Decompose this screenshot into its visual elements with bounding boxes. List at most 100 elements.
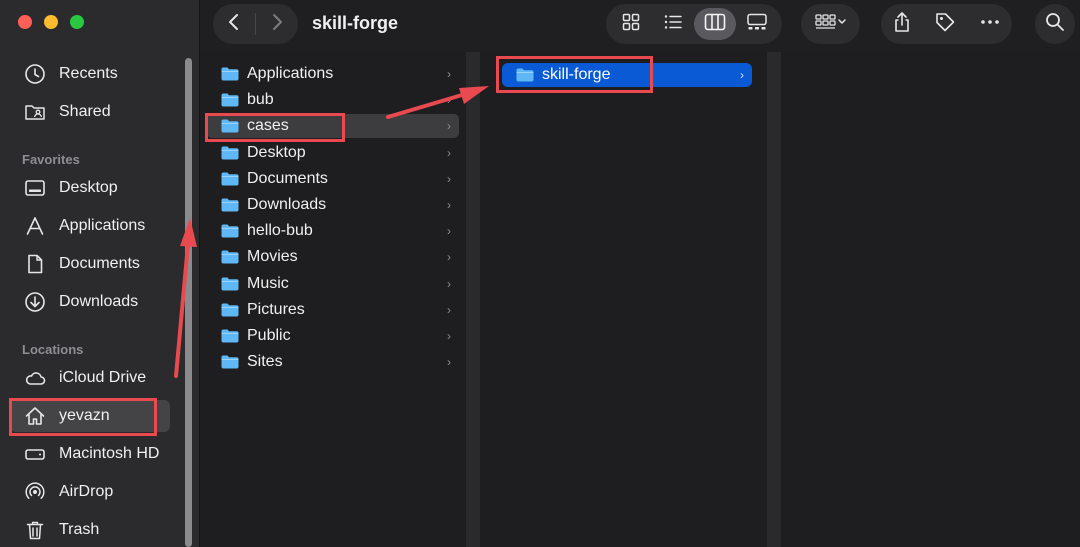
cloud-icon: [24, 367, 46, 389]
grid-icon: [621, 12, 641, 37]
list-icon: [663, 12, 683, 37]
column-item-applications[interactable]: Applications ›: [207, 62, 459, 86]
sidebar-scrollbar[interactable]: [185, 58, 192, 547]
document-icon: [24, 253, 46, 275]
chevron-right-icon: ›: [447, 67, 451, 81]
sidebar-item-trash[interactable]: Trash: [10, 514, 170, 546]
gallery-icon: [746, 12, 768, 37]
locations-heading: Locations: [22, 342, 84, 357]
folder-icon: [221, 250, 239, 264]
clock-icon: [24, 63, 46, 85]
sidebar-item-downloads[interactable]: Downloads: [10, 286, 170, 318]
column-item-sites[interactable]: Sites ›: [207, 350, 459, 374]
column-item-bub[interactable]: bub ›: [207, 88, 459, 112]
tag-icon[interactable]: [934, 11, 956, 38]
list-view-button[interactable]: [652, 8, 694, 40]
applications-icon: [24, 215, 46, 237]
airdrop-icon: [24, 481, 46, 503]
share-icon[interactable]: [892, 11, 912, 38]
search-button[interactable]: [1035, 4, 1075, 44]
close-window-button[interactable]: [18, 15, 32, 29]
sidebar-item-shared[interactable]: Shared: [10, 96, 170, 128]
sidebar-item-label: Desktop: [59, 179, 118, 196]
folder-icon: [221, 224, 239, 238]
chevron-right-icon: ›: [740, 68, 744, 82]
column-item-label: Documents: [247, 169, 328, 187]
download-icon: [24, 291, 46, 313]
chevron-right-icon: ›: [447, 250, 451, 265]
sidebar-item-desktop[interactable]: Desktop: [10, 172, 170, 204]
sidebar-item-documents[interactable]: Documents: [10, 248, 170, 280]
column-item-documents[interactable]: Documents ›: [207, 167, 459, 191]
column-item-desktop[interactable]: Desktop ›: [207, 141, 459, 165]
chevron-right-icon: ›: [447, 329, 451, 343]
column-item-pictures[interactable]: Pictures ›: [207, 298, 459, 322]
folder-icon: [221, 303, 239, 317]
column-item-label: Applications: [247, 65, 334, 82]
sidebar-item-recents[interactable]: Recents: [10, 58, 170, 90]
folder-icon: [221, 119, 239, 133]
column-item-label: Downloads: [247, 196, 327, 213]
sidebar-item-label: yevazn: [59, 407, 110, 424]
icon-view-button[interactable]: [610, 8, 652, 40]
column-divider[interactable]: [767, 52, 781, 547]
folder-icon: [221, 198, 239, 212]
folder-icon: [221, 277, 239, 291]
column-item-label: Movies: [247, 248, 298, 266]
sidebar-item-label: Applications: [59, 217, 146, 234]
sidebar-item-label: Shared: [59, 103, 111, 120]
chevron-right-icon: ›: [447, 119, 451, 134]
column-item-public[interactable]: Public ›: [207, 324, 459, 348]
column-item-downloads[interactable]: Downloads ›: [207, 193, 459, 217]
sidebar-item-macintosh-hd[interactable]: Macintosh HD: [10, 438, 170, 470]
gallery-view-button[interactable]: [736, 8, 778, 40]
sidebar-item-label: Macintosh HD: [59, 445, 160, 462]
folder-icon: [516, 68, 534, 82]
group-icon: [814, 12, 848, 37]
trash-icon: [24, 519, 46, 541]
chevron-right-icon: ›: [447, 93, 451, 108]
chevron-right-icon: ›: [447, 224, 451, 239]
column-item-movies[interactable]: Movies ›: [207, 245, 459, 269]
folder-icon: [221, 67, 239, 81]
column-item-skill-forge[interactable]: skill-forge ›: [502, 63, 752, 87]
sidebar-item-applications[interactable]: Applications: [10, 210, 170, 242]
column-cases: skill-forge ›: [480, 52, 766, 547]
sidebar-item-icloud-drive[interactable]: iCloud Drive: [10, 362, 170, 394]
column-item-music[interactable]: Music ›: [207, 272, 459, 296]
chevron-right-icon: ›: [447, 302, 451, 317]
desktop-icon: [24, 177, 46, 199]
zoom-window-button[interactable]: [70, 15, 84, 29]
sidebar-item-label: AirDrop: [59, 483, 114, 500]
column-divider[interactable]: [466, 52, 480, 547]
column-item-cases[interactable]: cases ›: [207, 114, 459, 139]
column-item-label: Pictures: [247, 300, 305, 318]
column-item-label: hello-bub: [247, 222, 313, 240]
navigation-group: [213, 4, 298, 44]
column-skill-forge: [781, 52, 1080, 547]
column-item-hello-bub[interactable]: hello-bub ›: [207, 219, 459, 243]
column-view-button[interactable]: [694, 8, 736, 40]
sidebar-item-yevazn[interactable]: yevazn: [10, 400, 170, 432]
chevron-right-icon: ›: [447, 171, 451, 186]
back-button[interactable]: [213, 4, 255, 44]
favorites-heading: Favorites: [22, 152, 80, 167]
forward-button[interactable]: [256, 4, 298, 44]
sidebar-item-airdrop[interactable]: AirDrop: [10, 476, 170, 508]
more-icon[interactable]: [979, 11, 1001, 38]
actions-group: [881, 4, 1012, 44]
toolbar: skill-forge: [201, 0, 1080, 52]
folder-icon: [221, 172, 239, 186]
disk-icon: [24, 443, 46, 465]
folder-icon: [221, 93, 239, 107]
columns-icon: [704, 12, 726, 37]
home-icon: [24, 405, 46, 427]
column-home: Applications › bub › cases › Desktop › Documents…: [201, 52, 465, 547]
column-item-label: bub: [247, 91, 274, 109]
minimize-window-button[interactable]: [44, 15, 58, 29]
chevron-right-icon: ›: [447, 276, 451, 291]
column-item-label: cases: [247, 117, 289, 135]
chevron-right-icon: ›: [447, 355, 451, 370]
group-by-button[interactable]: [801, 4, 860, 44]
chevron-right-icon: ›: [447, 145, 451, 160]
